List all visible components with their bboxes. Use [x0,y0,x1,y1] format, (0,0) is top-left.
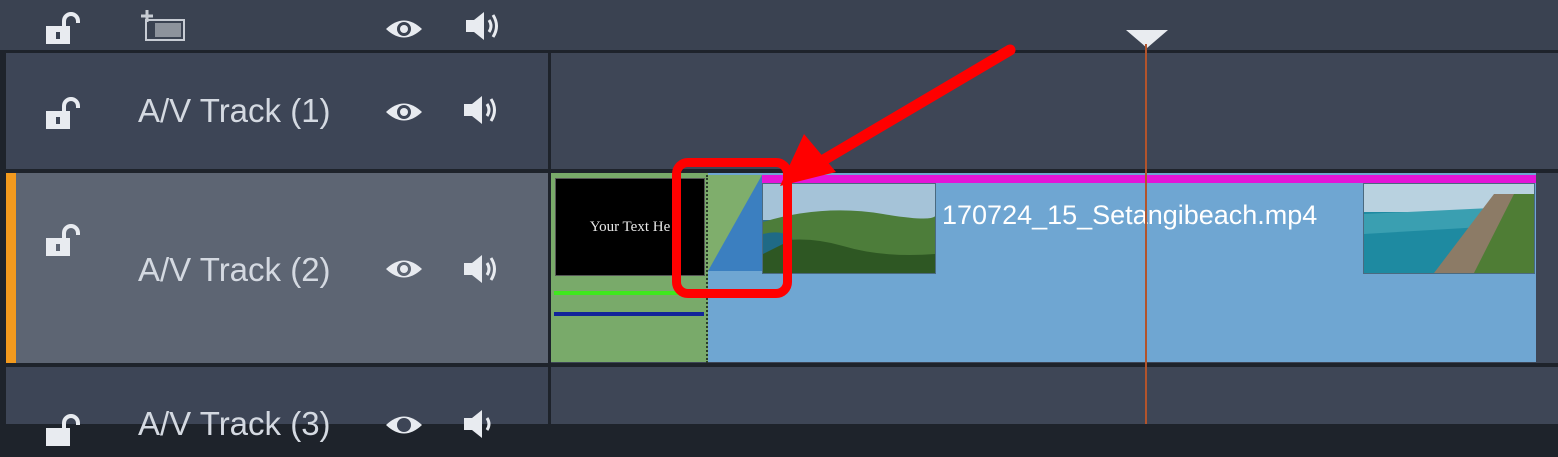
lock-open-icon [46,12,80,44]
track-lane-1[interactable] [551,53,1558,169]
speaker-icon [464,255,496,283]
track-3-label: A/V Track (3) [138,405,331,442]
selected-track-indicator [6,173,16,363]
annotation-arrow [780,44,1016,186]
track-3-lock-button[interactable] [42,412,82,457]
track-2-lock-button[interactable] [42,222,82,267]
track-1-audio-button[interactable] [460,92,502,133]
speaker-icon [464,410,491,438]
track-lane-3[interactable] [551,367,1558,424]
lock-open-icon [46,224,80,256]
playhead-handle[interactable] [1124,28,1170,50]
track-3-visibility-button[interactable] [384,410,424,445]
track-1-lock-button[interactable] [42,95,82,140]
track-3-audio-button[interactable] [460,406,502,447]
playhead-line [1145,44,1147,424]
video-clip-name: 170724_15_Setangibeach.mp4 [942,200,1318,230]
track-2-visibility-button[interactable] [384,254,424,289]
lock-open-icon [46,97,80,129]
eye-icon [386,103,422,121]
track-2-label: A/V Track (2) [138,251,331,288]
track-1-label: A/V Track (1) [138,92,331,129]
speaker-icon [466,12,498,40]
video-thumbnail-end [1363,183,1535,274]
speaker-icon [464,96,496,124]
toggle-all-audio-button[interactable] [462,8,504,49]
eye-icon [386,416,422,434]
toggle-all-visibility-button[interactable] [384,14,424,49]
add-track-icon [141,10,185,41]
lock-all-button[interactable] [42,10,82,55]
title-clip-blue-line [554,312,704,316]
track-2-audio-button[interactable] [460,251,502,292]
track-1-visibility-button[interactable] [384,97,424,132]
eye-icon [386,260,422,278]
eye-icon [386,20,422,38]
add-track-button[interactable] [140,8,188,49]
lock-open-icon [46,414,80,446]
